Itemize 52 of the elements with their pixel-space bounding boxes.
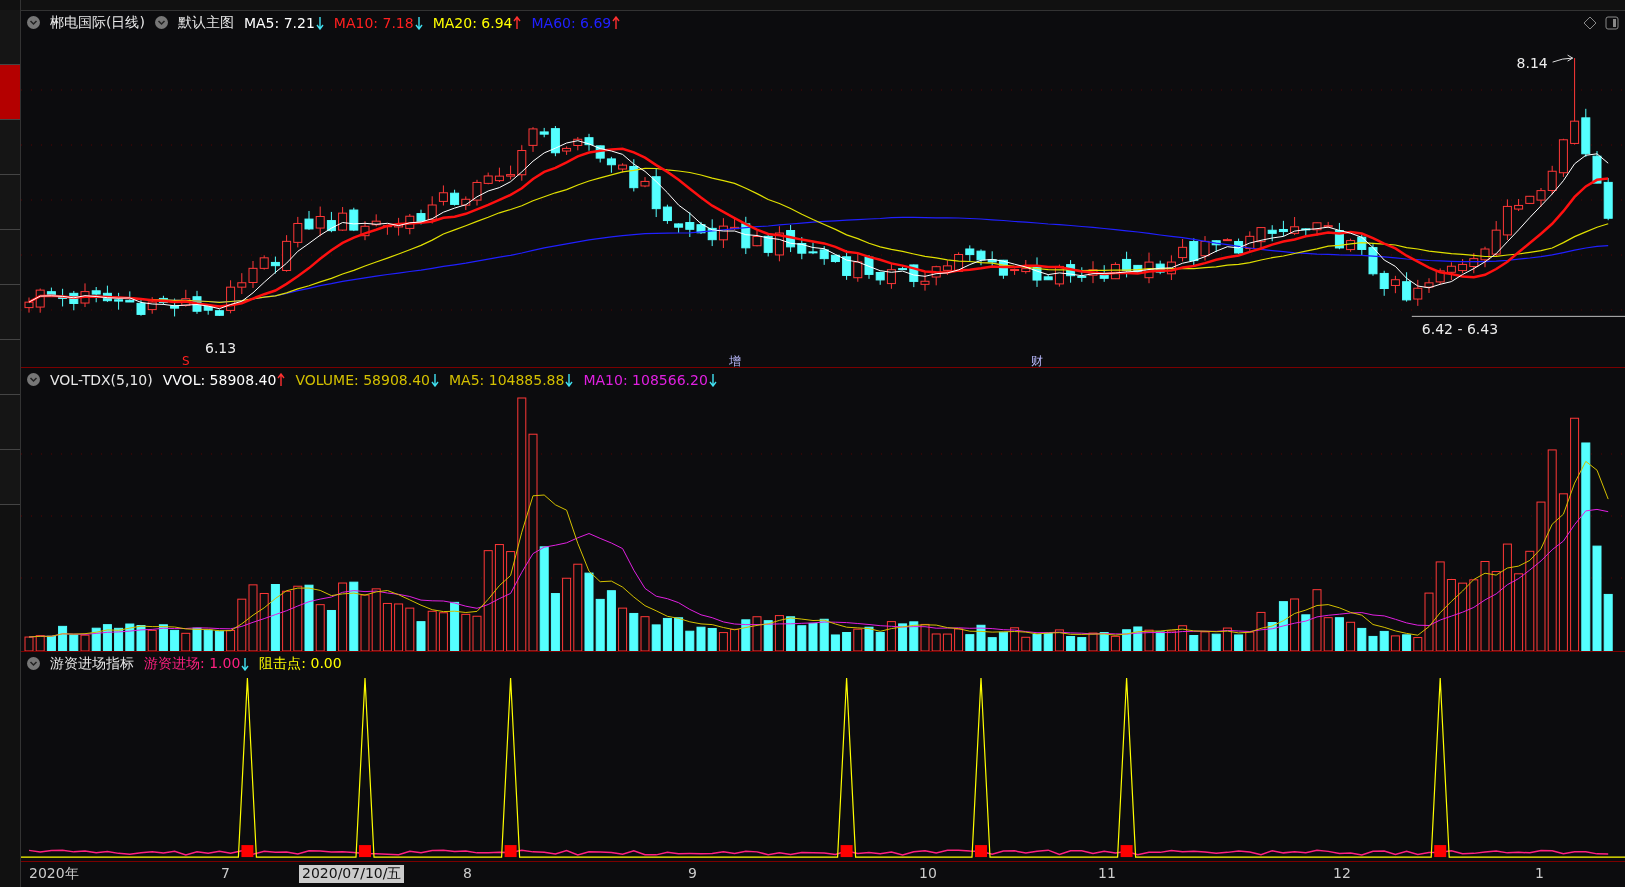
axis-label: 10 (919, 865, 937, 882)
leader-arrow (1552, 54, 1574, 63)
price-label: 8.14 (1516, 55, 1548, 72)
template-label[interactable]: 默认主图 (177, 13, 234, 32)
price-label: 6.13 (205, 339, 237, 356)
signal-block (1434, 845, 1447, 857)
indicator-title: 郴电国际(日线) (50, 13, 145, 32)
indicator-value: VOLUME: 58908.40 (295, 371, 430, 388)
signal-block (840, 845, 853, 857)
axis-label: 9 (688, 865, 697, 882)
indicator-title: VOL-TDX(5,10) (50, 371, 153, 388)
side-tab[interactable] (0, 65, 20, 120)
collapse-icon[interactable] (27, 16, 40, 30)
side-tab[interactable] (0, 450, 20, 505)
side-tab[interactable] (0, 230, 20, 285)
indicator-value: MA20: 6.94 (432, 14, 513, 31)
axis-label: 1 (1535, 865, 1544, 882)
collapse-icon[interactable] (27, 373, 40, 387)
signal-marker: S (182, 353, 190, 367)
axis-label: 11 (1098, 865, 1116, 882)
side-tab[interactable] (0, 175, 20, 230)
indicator-title: 游资进场指标 (50, 654, 134, 673)
signal-block (359, 845, 371, 857)
indicator-value: MA5: 7.21 (243, 14, 315, 31)
cursor-date-label: 2020/07/10/五 (299, 865, 405, 884)
axis-label: 7 (221, 865, 230, 882)
price-label: 6.42 - 6.43 (1421, 321, 1499, 338)
side-tab[interactable] (0, 285, 20, 340)
dropdown-icon[interactable] (154, 16, 168, 30)
indicator-value: MA60: 6.69 (531, 14, 612, 31)
side-tab[interactable] (0, 120, 20, 175)
signal-block (241, 845, 254, 857)
signal-block (504, 845, 517, 857)
signal-block (975, 845, 987, 857)
signal-block (1120, 845, 1133, 857)
indicator-value: MA5: 104885.88 (449, 371, 565, 388)
axis-label: 2020年 (29, 865, 79, 884)
indicator-value: VVOL: 58908.40 (162, 371, 277, 388)
event-marker: 增 (728, 353, 741, 367)
collapse-icon[interactable] (27, 657, 40, 671)
indicator-value: 游资进场: 1.00 (144, 654, 241, 673)
diamond-icon[interactable] (1583, 15, 1597, 30)
indicator-value: MA10: 7.18 (333, 14, 414, 31)
panel-toggle-icon[interactable] (1605, 15, 1619, 30)
side-tab[interactable] (0, 395, 20, 450)
event-marker: 财 (1031, 353, 1043, 367)
indicator-value: MA10: 108566.20 (583, 371, 708, 388)
indicator-value: 阻击点: 0.00 (259, 654, 342, 673)
axis-label: 12 (1333, 865, 1351, 882)
axis-label: 8 (463, 865, 472, 882)
side-tab[interactable] (0, 10, 20, 65)
side-tab[interactable] (0, 340, 20, 395)
